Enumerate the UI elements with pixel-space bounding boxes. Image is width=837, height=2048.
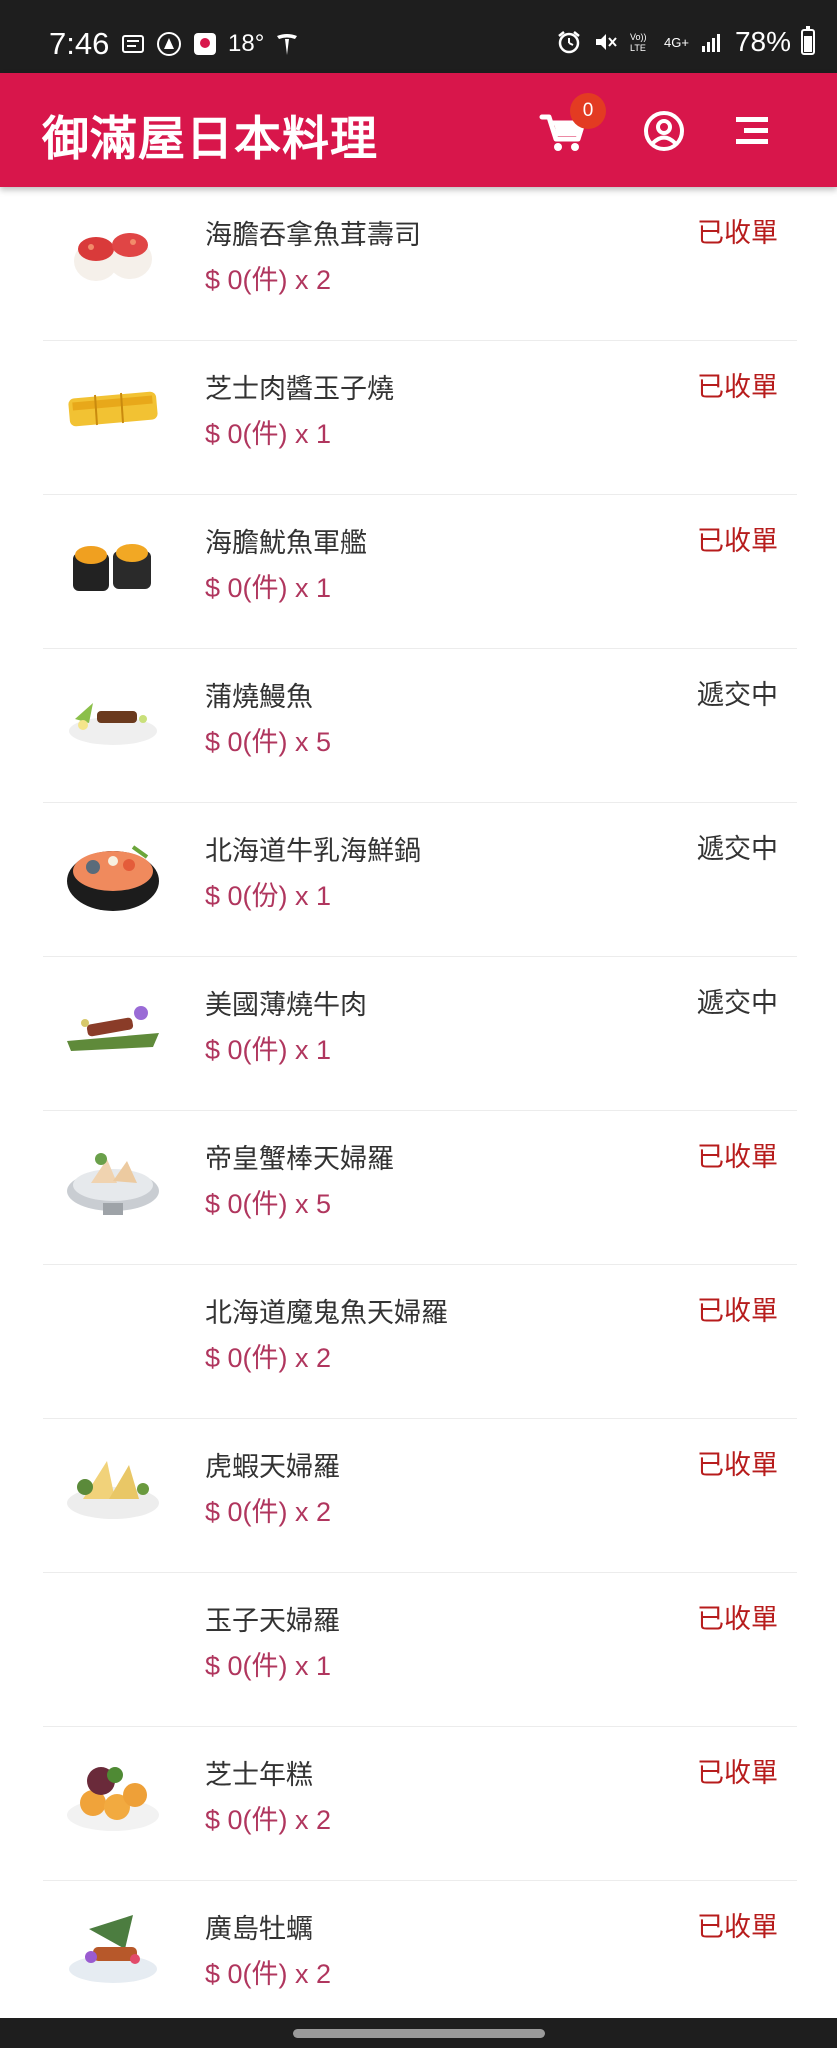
- order-item[interactable]: 北海道牛乳海鮮鍋 $ 0(份) x 1 遞交中: [43, 803, 797, 957]
- volte-icon: Vo)) LTE: [628, 29, 654, 55]
- navigation-bar: [0, 2018, 837, 2048]
- order-item[interactable]: 北海道魔鬼魚天婦羅 $ 0(件) x 2 已收單: [43, 1265, 797, 1419]
- system-status: Vo)) LTE 4G+ 78%: [556, 26, 815, 58]
- item-price: $ 0(件) x 2: [205, 1343, 332, 1373]
- food-image: [63, 981, 163, 1069]
- food-image: [63, 673, 163, 761]
- item-name: 蒲燒鰻魚: [205, 682, 313, 713]
- order-status: 遞交中: [697, 680, 778, 711]
- food-image: [63, 519, 163, 607]
- item-name: 廣島牡蠣: [205, 1914, 313, 1945]
- status-bar: 7:46 18° Vo)) LTE 4G+ 78%: [0, 0, 837, 73]
- app-logo-icon: [156, 31, 182, 57]
- weather-app-icon: [192, 31, 218, 57]
- item-name: 海膽吞拿魚茸壽司: [205, 220, 421, 251]
- order-status: 已收單: [697, 1296, 778, 1327]
- order-item[interactable]: 廣島牡蠣 $ 0(件) x 2 已收單: [43, 1881, 797, 2035]
- item-name: 帝皇蟹棒天婦羅: [205, 1144, 394, 1175]
- restaurant-title: 御滿屋日本料理: [42, 112, 378, 167]
- food-image: [63, 1135, 163, 1223]
- food-image: [63, 1751, 163, 1839]
- food-image: [63, 1905, 163, 1993]
- app-header: 御滿屋日本料理 0: [0, 73, 837, 187]
- item-price: $ 0(份) x 1: [205, 881, 332, 911]
- food-image: [63, 827, 163, 915]
- order-status: 遞交中: [697, 834, 778, 865]
- signal-icon: [699, 29, 725, 55]
- item-name: 虎蝦天婦羅: [205, 1452, 340, 1483]
- network-type: 4G+: [664, 34, 689, 50]
- item-name: 芝士肉醬玉子燒: [205, 374, 394, 405]
- item-price: $ 0(件) x 2: [205, 1497, 332, 1527]
- cart-count-badge: 0: [570, 93, 606, 129]
- order-item[interactable]: 海膽魷魚軍艦 $ 0(件) x 1 已收單: [43, 495, 797, 649]
- home-gesture-handle[interactable]: [293, 2029, 545, 2038]
- item-name: 海膽魷魚軍艦: [205, 528, 367, 559]
- menu-button[interactable]: [724, 103, 780, 159]
- order-item[interactable]: 玉子天婦羅 $ 0(件) x 1 已收單: [43, 1573, 797, 1727]
- food-image: [63, 1443, 163, 1531]
- order-status: 已收單: [697, 218, 778, 249]
- svg-text:Vo)): Vo)): [630, 32, 647, 42]
- battery-percent: 78%: [734, 26, 791, 57]
- order-item[interactable]: 芝士年糕 $ 0(件) x 2 已收單: [43, 1727, 797, 1881]
- item-name: 北海道魔鬼魚天婦羅: [205, 1298, 448, 1329]
- item-name: 芝士年糕: [205, 1760, 313, 1791]
- order-status: 遞交中: [697, 988, 778, 1019]
- order-status: 已收單: [697, 1758, 778, 1789]
- order-item[interactable]: 海膽吞拿魚茸壽司 $ 0(件) x 2 已收單: [43, 187, 797, 341]
- svg-text:LTE: LTE: [630, 43, 646, 53]
- order-status: 已收單: [697, 1912, 778, 1943]
- item-price: $ 0(件) x 5: [205, 1189, 332, 1219]
- order-item[interactable]: 虎蝦天婦羅 $ 0(件) x 2 已收單: [43, 1419, 797, 1573]
- item-price: $ 0(件) x 5: [205, 727, 332, 757]
- item-name: 北海道牛乳海鮮鍋: [205, 836, 421, 867]
- order-status: 已收單: [697, 1604, 778, 1635]
- order-status: 已收單: [697, 1450, 778, 1481]
- mute-icon: [592, 29, 618, 55]
- order-item[interactable]: 帝皇蟹棒天婦羅 $ 0(件) x 5 已收單: [43, 1111, 797, 1265]
- order-status: 已收單: [697, 526, 778, 557]
- item-name: 美國薄燒牛肉: [205, 990, 367, 1021]
- item-price: $ 0(件) x 1: [205, 573, 332, 603]
- alarm-icon: [556, 29, 582, 55]
- order-item[interactable]: 芝士肉醬玉子燒 $ 0(件) x 1 已收單: [43, 341, 797, 495]
- status-time: 7:46: [49, 26, 110, 61]
- item-price: $ 0(件) x 2: [205, 1805, 332, 1835]
- order-status: 已收單: [697, 372, 778, 403]
- tesla-icon: [274, 31, 300, 57]
- food-image: [63, 365, 163, 453]
- account-button[interactable]: [636, 103, 692, 159]
- order-item[interactable]: 蒲燒鰻魚 $ 0(件) x 5 遞交中: [43, 649, 797, 803]
- notification-icons: 18°: [120, 30, 300, 58]
- battery-icon: [801, 26, 815, 55]
- cart-button[interactable]: 0: [536, 93, 606, 159]
- item-price: $ 0(件) x 1: [205, 1651, 332, 1681]
- item-price: $ 0(件) x 2: [205, 1959, 332, 1989]
- order-list: 海膽吞拿魚茸壽司 $ 0(件) x 2 已收單 芝士肉醬玉子燒 $ 0(件) x 1 已收…: [43, 187, 797, 2035]
- item-price: $ 0(件) x 1: [205, 1035, 332, 1065]
- item-price: $ 0(件) x 1: [205, 419, 332, 449]
- menu-icon: [736, 117, 768, 144]
- order-status: 已收單: [697, 1142, 778, 1173]
- item-name: 玉子天婦羅: [205, 1606, 340, 1637]
- account-icon: [644, 111, 684, 151]
- item-price: $ 0(件) x 2: [205, 265, 332, 295]
- message-icon: [120, 31, 146, 57]
- temperature: 18°: [228, 30, 265, 57]
- order-item[interactable]: 美國薄燒牛肉 $ 0(件) x 1 遞交中: [43, 957, 797, 1111]
- food-image: [63, 211, 163, 299]
